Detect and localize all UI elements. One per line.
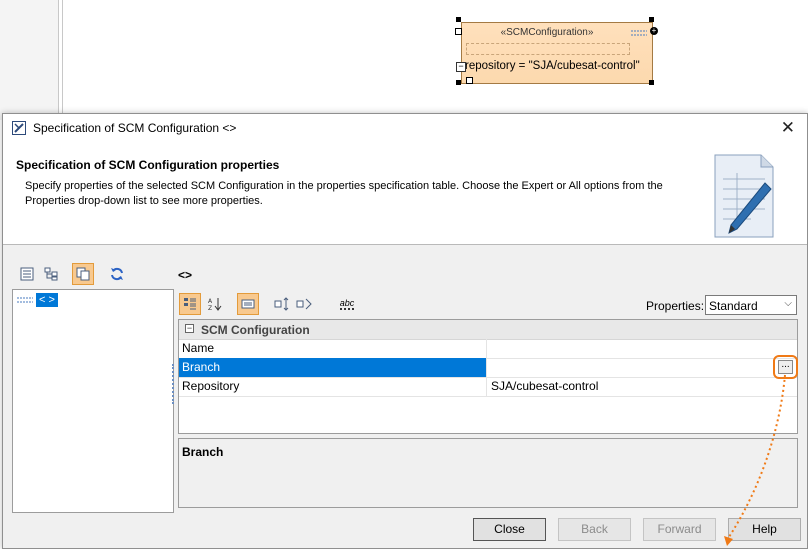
table-row[interactable]: Repository SJA/cubesat-control	[179, 377, 797, 397]
close-button[interactable]: Close	[473, 518, 546, 541]
back-button[interactable]: Back	[558, 518, 631, 541]
panel-splitter[interactable]	[172, 364, 176, 404]
tree-view-button[interactable]	[40, 263, 62, 285]
smart-manipulator-icon[interactable]	[466, 77, 473, 84]
diagram-divider	[62, 0, 63, 120]
show-description-button[interactable]	[237, 293, 259, 315]
description-panel: Branch	[178, 438, 798, 508]
spell-check-button[interactable]: abc	[336, 293, 358, 315]
refresh-button[interactable]	[106, 263, 128, 285]
collapse-all-button[interactable]	[293, 293, 315, 315]
add-handle-icon[interactable]: +	[650, 27, 658, 35]
scm-configuration-shape[interactable]: «SCMConfiguration» repository = "SJA/cub…	[461, 22, 653, 84]
collapse-group-icon[interactable]: −	[185, 324, 194, 333]
categorized-icon	[184, 298, 196, 310]
copy-icon	[76, 267, 90, 281]
scm-element-icon	[17, 297, 33, 303]
element-tree[interactable]: < >	[12, 289, 174, 513]
svg-text:A: A	[208, 298, 213, 305]
property-name: Name	[179, 339, 487, 358]
element-path-label: <>	[178, 268, 193, 282]
shape-compartment	[466, 43, 630, 55]
grid-group-label: SCM Configuration	[201, 323, 310, 337]
close-icon[interactable]: ✕	[781, 118, 795, 138]
tree-item[interactable]: < >	[17, 293, 58, 307]
forward-button[interactable]: Forward	[643, 518, 716, 541]
browse-button[interactable]: ...	[778, 360, 793, 374]
table-row[interactable]: Name	[179, 339, 797, 359]
shape-attribute: repository = "SJA/cubesat-control"	[465, 60, 640, 72]
collapse-icon	[296, 298, 312, 310]
dialog-titlebar[interactable]: Specification of SCM Configuration <> ✕	[3, 114, 807, 142]
copy-view-button[interactable]	[72, 263, 94, 285]
dialog-title: Specification of SCM Configuration <>	[33, 121, 237, 135]
properties-label: Properties:	[646, 299, 705, 313]
refresh-icon	[111, 267, 123, 281]
property-name: Repository	[179, 377, 487, 396]
chevron-down-icon: ⌵	[784, 298, 792, 309]
dialog-header: Specification of SCM Configuration prope…	[3, 142, 807, 245]
app-icon	[12, 121, 26, 135]
properties-selected-value: Standard	[709, 299, 758, 313]
properties-dropdown[interactable]: Standard ⌵	[705, 295, 797, 315]
properties-grid[interactable]: − SCM Configuration Name Branch ... Repo…	[178, 319, 798, 434]
header-description: Specify properties of the selected SCM C…	[25, 180, 663, 207]
spell-check-label: abc	[339, 297, 355, 310]
resize-handle[interactable]	[455, 28, 462, 35]
document-edit-icon	[714, 154, 774, 238]
svg-text:Z: Z	[208, 305, 212, 311]
resize-handle[interactable]	[456, 80, 461, 85]
expand-all-button[interactable]	[271, 293, 293, 315]
property-value[interactable]	[488, 358, 797, 377]
table-row[interactable]: Branch ...	[179, 355, 798, 379]
expand-icon	[274, 297, 289, 311]
header-title: Specification of SCM Configuration prope…	[16, 158, 280, 172]
description-title: Branch	[182, 445, 224, 459]
resize-handle[interactable]	[649, 17, 654, 22]
description-icon	[241, 299, 255, 309]
grid-group-header[interactable]: − SCM Configuration	[179, 320, 797, 340]
property-value[interactable]: SJA/cubesat-control	[488, 377, 797, 396]
property-name: Branch	[179, 358, 487, 377]
list-view-button[interactable]	[16, 263, 38, 285]
diagram-side-panel	[0, 0, 59, 120]
collapse-compartment-icon[interactable]: −	[456, 62, 466, 72]
categorized-button[interactable]	[179, 293, 201, 315]
shape-stereotype: «SCMConfiguration»	[500, 27, 594, 38]
sort-alphabetical-button[interactable]: A Z	[204, 293, 226, 315]
specification-dialog: Specification of SCM Configuration <> ✕ …	[2, 113, 808, 549]
property-value[interactable]	[488, 339, 797, 358]
resize-handle[interactable]	[649, 80, 654, 85]
scm-glyph-icon	[631, 30, 647, 36]
help-button[interactable]: Help	[728, 518, 801, 541]
list-icon	[20, 267, 34, 281]
tree-item-label: < >	[36, 293, 58, 307]
sort-az-icon: A Z	[208, 298, 222, 311]
tree-icon	[44, 267, 58, 281]
resize-handle[interactable]	[456, 17, 461, 22]
